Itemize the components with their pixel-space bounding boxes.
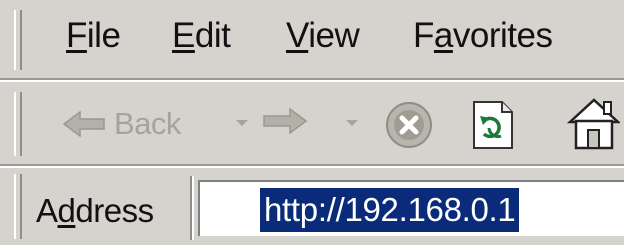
standard-toolbar: Back — [0, 80, 624, 166]
refresh-icon — [473, 101, 513, 149]
address-input[interactable]: http://192.168.0.1 — [198, 180, 624, 236]
home-button[interactable] — [566, 96, 620, 152]
back-label: Back — [114, 106, 181, 141]
address-separator — [190, 176, 194, 240]
menu-file-label: ile — [86, 16, 121, 55]
menu-favorites-pre: F — [413, 16, 434, 55]
menu-favorites-label: vorites — [452, 16, 553, 55]
address-label-pre: A — [36, 192, 58, 229]
address-bar: Address http://192.168.0.1 — [0, 166, 624, 245]
menu-edit-label: dit — [194, 16, 231, 55]
forward-dropdown-icon[interactable] — [346, 120, 358, 126]
address-label-accel: d — [57, 192, 76, 229]
back-dropdown-icon[interactable] — [236, 120, 248, 126]
menu-view-label: iew — [308, 16, 360, 55]
forward-button[interactable] — [262, 106, 308, 136]
menu-edit[interactable]: Edit — [172, 16, 231, 56]
toolbar-grip[interactable] — [14, 92, 22, 156]
address-label-rest: dress — [75, 192, 154, 229]
menu-view[interactable]: View — [286, 16, 360, 56]
forward-arrow-icon — [263, 107, 308, 135]
menu-file[interactable]: File — [66, 16, 121, 56]
address-bar-grip[interactable] — [14, 174, 22, 239]
back-button[interactable]: Back — [62, 106, 181, 142]
stop-icon — [386, 102, 432, 148]
menu-bar: File Edit View Favorites — [0, 0, 624, 80]
menu-bar-grip[interactable] — [14, 10, 22, 70]
stop-button[interactable] — [384, 100, 434, 150]
menu-favorites[interactable]: Favorites — [413, 16, 553, 56]
address-label: Address — [36, 192, 154, 230]
menu-edit-accel: E — [172, 16, 195, 55]
home-icon — [566, 98, 620, 150]
address-url-selected[interactable]: http://192.168.0.1 — [260, 188, 520, 232]
menu-favorites-accel: a — [433, 16, 453, 55]
menu-file-accel: F — [66, 16, 87, 55]
refresh-button[interactable] — [470, 98, 516, 152]
menu-view-accel: V — [286, 16, 309, 55]
browser-chrome: File Edit View Favorites Back Address ht… — [0, 0, 624, 245]
back-arrow-icon — [62, 110, 105, 138]
